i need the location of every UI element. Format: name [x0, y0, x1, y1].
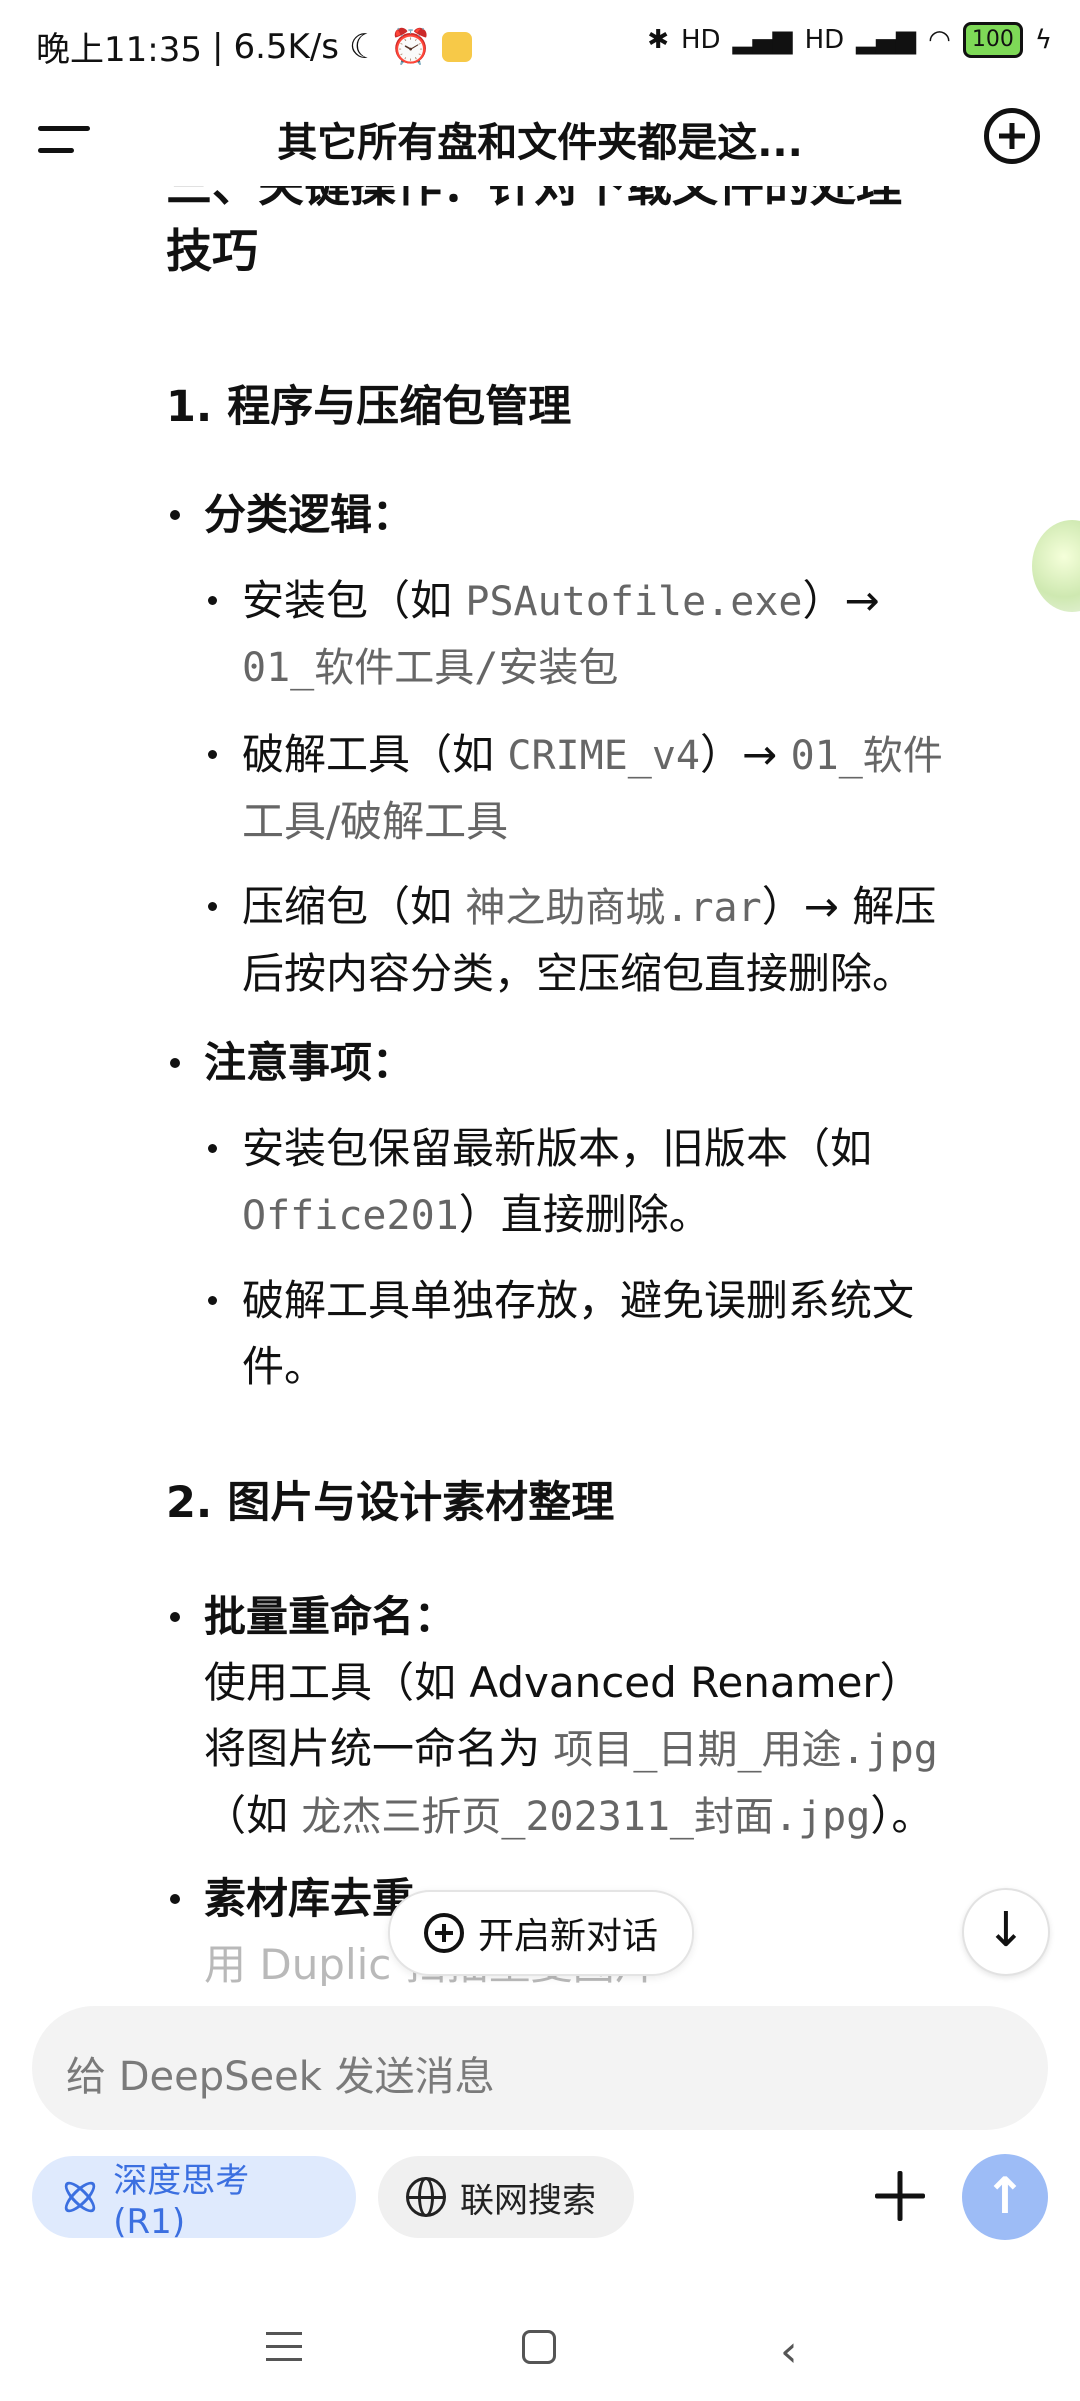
web-search-toggle[interactable]: 联网搜索: [378, 2156, 634, 2238]
list-item-batch-rename: 批量重命名： 使用工具（如 Advanced Renamer） 将图片统一命名为…: [204, 1592, 938, 1840]
bullet-dot: [170, 1612, 180, 1622]
signal-bars-icon-2: ▂▄▆: [856, 25, 917, 55]
deep-think-label: 深度思考 (R1): [113, 2160, 250, 2242]
charging-icon: ϟ: [1034, 25, 1052, 55]
home-icon[interactable]: [522, 2330, 556, 2364]
moon-icon: ☾: [349, 26, 380, 67]
bullet-dot: [208, 596, 217, 605]
status-speed: 6.5K/s: [233, 26, 339, 67]
web-search-label: 联网搜索: [460, 2180, 596, 2221]
globe-icon: [406, 2177, 446, 2217]
list-item-installer: 安装包（如 PSAutofile.exe）→ 01_软件工具/安装包: [242, 576, 880, 691]
bullet-dot: [208, 1296, 217, 1305]
bullet-dot: [208, 902, 217, 911]
alarm-icon: ⏰: [389, 26, 432, 67]
conversation-title[interactable]: 其它所有盘和文件夹都是这...: [150, 110, 930, 168]
signal-hd-1: HD: [681, 25, 721, 55]
section-title: 三、关键操作：针对下载文件的处理 技巧: [166, 186, 902, 284]
list-item-keep-latest: 安装包保留最新版本，旧版本（如 Office201）直接删除。: [242, 1124, 873, 1239]
message-input[interactable]: 给 DeepSeek 发送消息: [32, 2006, 1048, 2130]
plus-circle-icon: [423, 1913, 464, 1953]
bullet-dot: [170, 1058, 180, 1068]
subsection-title-2: 2. 图片与设计素材整理: [166, 1478, 615, 1528]
signal-bars-icon: ▂▄▆: [732, 25, 793, 55]
message-input-placeholder: 给 DeepSeek 发送消息: [66, 2054, 495, 2100]
bullet-dot: [170, 1894, 180, 1904]
status-separator: |: [211, 26, 224, 67]
status-left: 晚上11:35 | 6.5K/s ☾ ⏰: [36, 22, 472, 71]
atom-icon: [60, 2177, 99, 2217]
bullet-dot: [208, 1144, 217, 1153]
section-title-line1: 三、关键操作：针对下载文件的处理: [166, 186, 902, 218]
bullet-dot: [208, 750, 217, 759]
signal-hd-2: HD: [804, 25, 845, 55]
list-item-crack-tools: 破解工具（如 CRIME_v4）→ 01_软件 工具/破解工具: [242, 730, 943, 846]
bullet-notes-label: 注意事项：: [204, 1038, 415, 1087]
attach-plus-button[interactable]: [870, 2166, 930, 2226]
deep-think-toggle[interactable]: 深度思考 (R1): [32, 2156, 356, 2242]
scroll-down-button[interactable]: ↓: [962, 1888, 1050, 1976]
subsection-title-1: 1. 程序与压缩包管理: [166, 382, 572, 432]
new-chat-icon[interactable]: [984, 108, 1040, 164]
message-content: 三、关键操作：针对下载文件的处理 技巧 1. 程序与压缩包管理 分类逻辑： 安装…: [0, 186, 1080, 1986]
app-header: 其它所有盘和文件夹都是这...: [0, 90, 1080, 186]
bullet-classify-label: 分类逻辑：: [204, 490, 415, 539]
list-item-store-separately: 破解工具单独存放，避免误删系统文 件。: [242, 1276, 915, 1391]
system-nav-bar: ‹: [0, 2290, 1080, 2401]
menu-icon[interactable]: [38, 116, 98, 164]
recent-apps-icon[interactable]: [266, 2332, 302, 2362]
status-right: ✱ HD ▂▄▆ HD ▂▄▆ ◠ 100 ϟ: [647, 22, 1052, 58]
app-notification-icon: [441, 31, 472, 62]
back-icon[interactable]: ‹: [780, 2326, 798, 2377]
bullet-dot: [170, 510, 180, 520]
send-button[interactable]: ↑: [962, 2154, 1048, 2240]
list-item-archives: 压缩包（如 神之助商城.rar）→ 解压 后按内容分类，空压缩包直接删除。: [242, 882, 937, 998]
wifi-icon: ◠: [928, 25, 951, 55]
battery-indicator: 100: [962, 22, 1023, 58]
status-bar: 晚上11:35 | 6.5K/s ☾ ⏰ ✱ HD ▂▄▆ HD ▂▄▆ ◠ 1…: [0, 0, 1080, 90]
new-chat-label: 开启新对话: [477, 1916, 658, 1957]
bluetooth-icon: ✱: [647, 25, 669, 55]
status-time: 晚上11:35: [36, 30, 202, 70]
new-chat-button[interactable]: 开启新对话: [388, 1890, 694, 1976]
section-title-line2: 技巧: [166, 224, 258, 278]
